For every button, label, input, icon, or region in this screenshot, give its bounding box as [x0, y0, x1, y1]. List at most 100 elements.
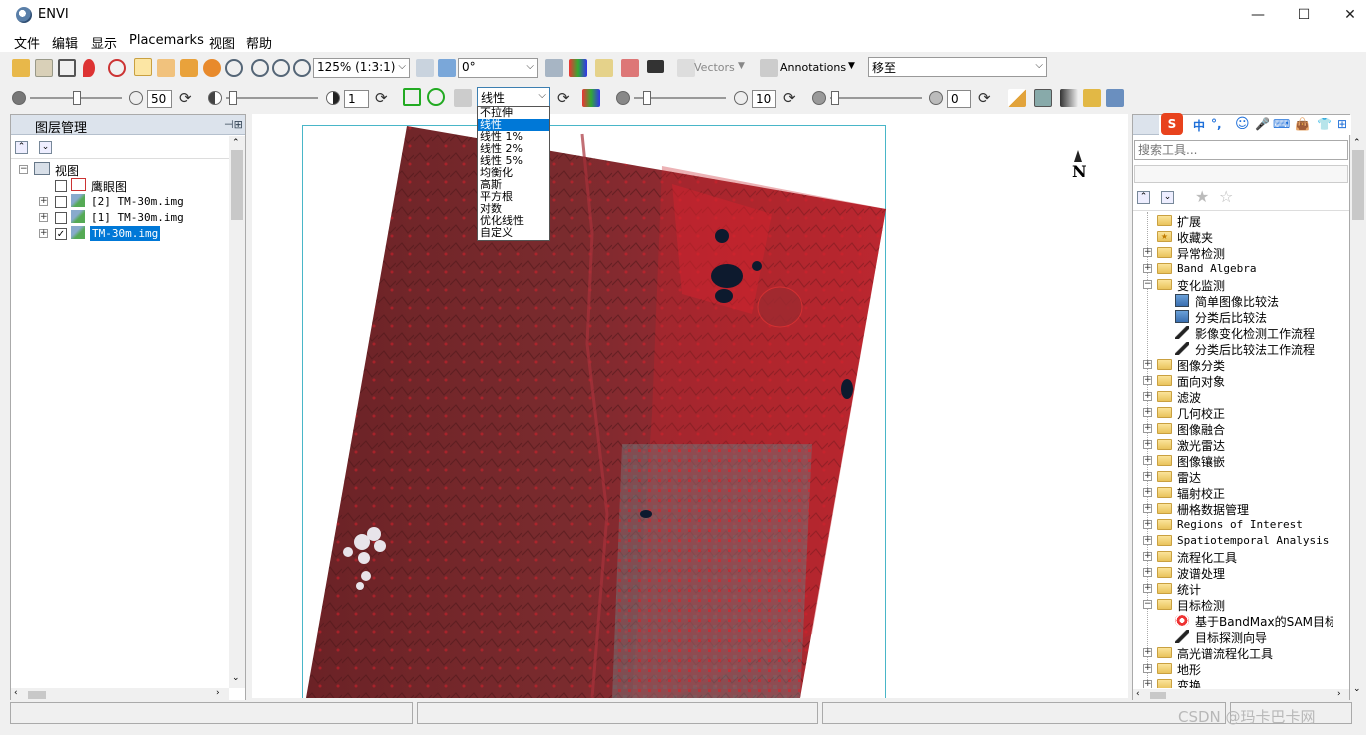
toolbox-folder[interactable]: 扩展 — [1133, 213, 1333, 229]
spectral-profile-icon[interactable] — [569, 59, 587, 77]
expand-all-icon[interactable]: ⌄ — [39, 141, 52, 154]
expand-icon[interactable]: + — [1143, 456, 1152, 465]
toolbox-folder[interactable]: ★ 收藏夹 — [1133, 229, 1333, 245]
portal-icon[interactable] — [1034, 89, 1052, 107]
stretch-option[interactable]: 线性 2% — [478, 143, 549, 155]
toolbox-folder[interactable]: + Band Algebra — [1133, 261, 1333, 277]
annotations-dropdown-icon[interactable]: ▼ — [848, 61, 855, 71]
clipboard-icon[interactable] — [35, 59, 53, 77]
toolbox-folder[interactable]: + 滤波 — [1133, 389, 1333, 405]
toolbox-folder[interactable]: + 图像融合 — [1133, 421, 1333, 437]
toolbox-folder[interactable]: + 地形 — [1133, 661, 1333, 677]
minimize-button[interactable]: — — [1235, 0, 1281, 30]
layer-checkbox[interactable] — [55, 212, 67, 224]
expand-icon[interactable]: + — [1143, 568, 1152, 577]
zoom-out-icon[interactable] — [272, 59, 290, 77]
scroll-right-icon[interactable]: › — [216, 688, 220, 698]
sharpen-value[interactable]: 10 — [752, 90, 776, 108]
roi-icon[interactable] — [621, 59, 639, 77]
crop-icon[interactable] — [58, 59, 76, 77]
placemark-pin-icon[interactable] — [83, 59, 95, 77]
collapse-icon[interactable]: − — [1143, 280, 1152, 289]
stretch-option[interactable]: 不拉伸 — [478, 107, 549, 119]
toolbox-folder[interactable]: + 辐射校正 — [1133, 485, 1333, 501]
layer-checkbox[interactable] — [55, 180, 67, 192]
expand-icon[interactable]: + — [1143, 504, 1152, 513]
layer-checkbox[interactable] — [55, 196, 67, 208]
view-layout-icon[interactable] — [1106, 89, 1124, 107]
toolbox-search-input[interactable] — [1134, 140, 1348, 160]
hscrollbar-thumb[interactable] — [1150, 692, 1166, 699]
north-up-icon[interactable] — [438, 59, 456, 77]
layer-stack-icon[interactable] — [1083, 89, 1101, 107]
contrast-slider-thumb[interactable] — [229, 91, 237, 105]
unfavorite-star-icon[interactable]: ☆ — [1219, 187, 1233, 206]
voice-icon[interactable]: 🎤 — [1255, 117, 1270, 131]
collapse-all-icon[interactable]: ⌃ — [1137, 191, 1150, 204]
expand-icon[interactable]: + — [1143, 424, 1152, 433]
toolbox-tool[interactable]: 基于BandMax的SAM目标查找向 — [1133, 613, 1333, 629]
reset-sharpen-icon[interactable]: ⟳ — [783, 89, 796, 107]
menu-display[interactable]: 显示 — [91, 33, 117, 52]
stretch-type-dropdown-list[interactable]: 不拉伸 线性 线性 1% 线性 2% 线性 5% 均衡化 高斯 平方根 对数 优化线性 自定义 — [477, 106, 550, 241]
menu-edit[interactable]: 编辑 — [52, 33, 78, 52]
stretch-option[interactable]: 线性 — [478, 119, 549, 131]
expand-icon[interactable]: + — [1143, 680, 1152, 688]
expand-icon[interactable]: + — [39, 197, 48, 206]
stretch-option[interactable]: 均衡化 — [478, 167, 549, 179]
toolbox-tool[interactable]: 目标探测向导 — [1133, 629, 1333, 645]
favorite-star-icon[interactable]: ★ — [1195, 187, 1209, 206]
measure-icon[interactable] — [595, 59, 613, 77]
ime-menu-icon[interactable]: ⊞ — [1337, 117, 1347, 131]
stretch-option[interactable]: 线性 1% — [478, 131, 549, 143]
zoom-in-icon[interactable] — [251, 59, 269, 77]
stretch-data-icon[interactable] — [454, 89, 472, 107]
expand-icon[interactable]: + — [1143, 392, 1152, 401]
toolbox-folder[interactable]: + 几何校正 — [1133, 405, 1333, 421]
vectors-dropdown-icon[interactable]: ▼ — [738, 61, 745, 71]
expand-icon[interactable]: + — [39, 213, 48, 222]
layer-panel-scrollbar[interactable]: ⌃ ⌄ — [229, 136, 245, 688]
layer-item[interactable]: + [1] TM-30m.img — [17, 210, 217, 226]
menu-file[interactable]: 文件 — [14, 33, 40, 52]
rotation-combo[interactable]: 0° ⌵ — [458, 58, 538, 78]
goto-combo[interactable]: 移至 ⌵ — [868, 57, 1047, 77]
expand-icon[interactable]: + — [1143, 264, 1152, 273]
expand-icon[interactable]: + — [1143, 376, 1152, 385]
layer-item[interactable]: 鹰眼图 — [17, 178, 217, 194]
select-pointer-icon[interactable] — [134, 58, 152, 76]
toolbox-bag-icon[interactable]: 👜 — [1295, 117, 1310, 131]
toolbox-tool[interactable]: 简单图像比较法 — [1133, 293, 1333, 309]
expand-icon[interactable]: + — [1143, 408, 1152, 417]
panel-pin-icon[interactable]: ⊣⊞ — [224, 118, 243, 131]
close-button[interactable]: ✕ — [1327, 0, 1366, 30]
zoom-combo[interactable]: 125% (1:3:1) ⌵ — [313, 58, 410, 78]
collapse-icon[interactable]: − — [19, 165, 28, 174]
expand-icon[interactable]: + — [1143, 664, 1152, 673]
toolbox-folder[interactable]: + 统计 — [1133, 581, 1333, 597]
expand-icon[interactable]: + — [1143, 472, 1152, 481]
scroll-up-icon[interactable]: ⌃ — [232, 138, 240, 148]
stretch-option[interactable]: 对数 — [478, 203, 549, 215]
chip-view-icon[interactable] — [1060, 89, 1078, 107]
toolbox-folder[interactable]: − 变化监测 — [1133, 277, 1333, 293]
vectors-icon[interactable] — [677, 59, 695, 77]
skin-icon[interactable]: 👕 — [1317, 117, 1332, 131]
toolbox-tool[interactable]: 分类后比较法 — [1133, 309, 1333, 325]
rotate-left-icon[interactable] — [416, 59, 434, 77]
scroll-down-icon[interactable]: ⌄ — [232, 673, 240, 683]
reset-contrast-icon[interactable]: ⟳ — [375, 89, 388, 107]
toolbox-tool[interactable]: 分类后比较法工作流程 — [1133, 341, 1333, 357]
collapse-all-icon[interactable]: ⌃ — [15, 141, 28, 154]
expand-icon[interactable]: + — [39, 229, 48, 238]
toolbox-folder[interactable]: + Regions of Interest — [1133, 517, 1333, 533]
reset-brightness-icon[interactable]: ⟳ — [179, 89, 192, 107]
maximize-button[interactable]: ☐ — [1281, 0, 1327, 30]
hscrollbar-thumb[interactable] — [28, 691, 46, 699]
scrollbar-thumb[interactable] — [1352, 150, 1364, 220]
satellite-image[interactable] — [252, 114, 1128, 698]
stretch-option[interactable]: 自定义 — [478, 227, 549, 239]
toolbox-folder[interactable]: + 激光雷达 — [1133, 437, 1333, 453]
menu-help[interactable]: 帮助 — [246, 33, 272, 52]
toolbox-folder[interactable]: + 波谱处理 — [1133, 565, 1333, 581]
